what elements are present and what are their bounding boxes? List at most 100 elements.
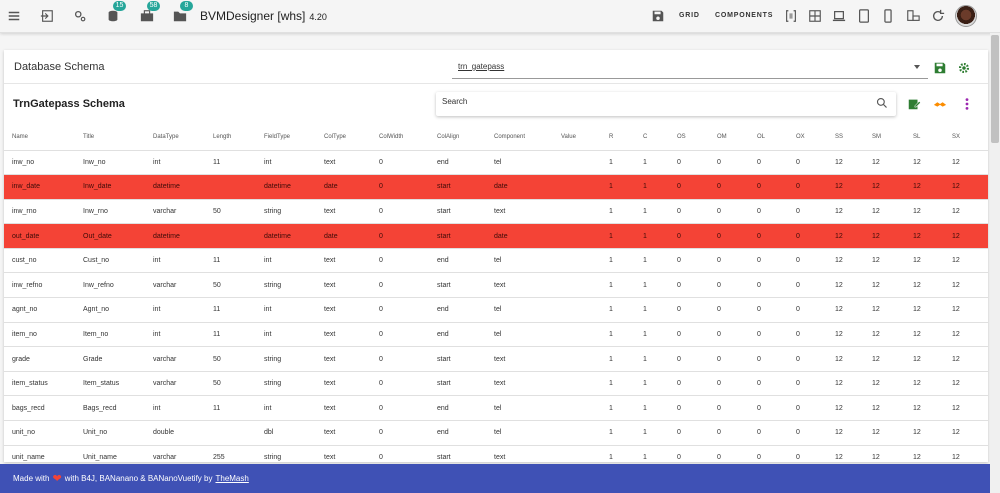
table-row[interactable]: agnt_no Agnt_no int 11 int text 0 end tel 1 1 0 0 0 0 1… <box>4 297 988 323</box>
table-cell <box>553 370 601 396</box>
column-header[interactable]: DataType <box>145 124 205 150</box>
table-cell: 50 <box>205 198 256 224</box>
table-cell: end <box>429 395 486 421</box>
table-cell: 0 <box>669 321 709 347</box>
table-row[interactable]: inw_rno Inw_rno varchar 50 string text 0 start t… <box>4 198 988 224</box>
table-cell: start <box>429 444 486 462</box>
table-row[interactable]: unit_no Unit_no double dbl text 0 end tel 1 1 0 0 0 0… <box>4 420 988 446</box>
scrollbar-thumb[interactable] <box>991 35 999 143</box>
save-icon[interactable] <box>933 61 947 75</box>
avatar[interactable] <box>955 5 977 27</box>
table-cell: 1 <box>635 223 669 249</box>
column-header[interactable]: Component <box>486 124 553 150</box>
schema-card: Database Schema trn_gatepass TrnGatepass… <box>4 50 988 462</box>
column-header[interactable]: SL <box>905 124 944 150</box>
column-header[interactable]: Name <box>4 124 75 150</box>
column-header[interactable]: ColType <box>316 124 371 150</box>
laptop-icon[interactable] <box>831 8 847 24</box>
table-row[interactable]: item_no Item_no int 11 int text 0 end tel 1 1 0 0 0 0 1… <box>4 321 988 347</box>
tablet-icon[interactable] <box>856 8 872 24</box>
rotate-device-icon[interactable] <box>905 8 921 24</box>
column-header[interactable]: FieldType <box>256 124 316 150</box>
table-cell: text <box>486 370 553 396</box>
table-cell: 0 <box>749 247 788 273</box>
table-cell: string <box>256 272 316 298</box>
scrollbar[interactable] <box>990 33 1000 493</box>
code-brackets-icon[interactable] <box>783 8 799 24</box>
table-cell: 12 <box>905 297 944 323</box>
database-schema-title: Database Schema <box>14 61 105 73</box>
database-select[interactable]: trn_gatepass <box>452 57 928 79</box>
column-header[interactable]: Length <box>205 124 256 150</box>
author-link[interactable]: TheMash <box>215 474 248 483</box>
table-cell: text <box>316 395 371 421</box>
table-row[interactable]: inw_date Inw_date datetime datetime date 0 sta… <box>4 174 988 200</box>
column-header[interactable]: R <box>601 124 635 150</box>
column-header[interactable]: OX <box>788 124 827 150</box>
table-cell: 11 <box>205 321 256 347</box>
table-cell: date <box>486 223 553 249</box>
table-cell: Bags_recd <box>75 395 145 421</box>
column-header[interactable]: SX <box>944 124 988 150</box>
database-icon[interactable]: 15 <box>105 1 126 24</box>
table-cell: 1 <box>601 247 635 273</box>
table-cell: date <box>316 223 371 249</box>
search-box[interactable] <box>436 92 896 116</box>
phone-icon[interactable] <box>880 8 896 24</box>
search-icon[interactable] <box>876 97 888 109</box>
table-cell: Unit_name <box>75 444 145 462</box>
table-row[interactable]: bags_recd Bags_recd int 11 int text 0 end tel 1 1 0… <box>4 395 988 421</box>
table-cell: 12 <box>864 272 905 298</box>
briefcase-icon[interactable]: 58 <box>139 1 160 24</box>
grid-layout-icon[interactable] <box>807 8 823 24</box>
handshake-icon[interactable] <box>933 97 947 111</box>
edit-note-icon[interactable] <box>907 97 921 111</box>
table-row[interactable]: inw_refno Inw_refno varchar 50 string text 0st… <box>4 272 988 298</box>
table-cell: 0 <box>749 346 788 372</box>
table-cell: 12 <box>864 198 905 224</box>
column-header[interactable]: SS <box>827 124 864 150</box>
table-cell: int <box>145 297 205 323</box>
table-row[interactable]: item_status Item_status varchar 50 string tex… <box>4 370 988 396</box>
table-cell: 1 <box>601 174 635 200</box>
save-icon[interactable] <box>650 8 666 24</box>
table-cell: item_no <box>4 321 75 347</box>
table-cell: 1 <box>635 247 669 273</box>
column-header[interactable]: C <box>635 124 669 150</box>
column-header[interactable]: OL <box>749 124 788 150</box>
exit-icon[interactable] <box>39 8 55 24</box>
table-row[interactable]: unit_name Unit_name varchar 255 string text 0 s… <box>4 444 988 462</box>
table-cell: 1 <box>635 395 669 421</box>
table-row[interactable]: cust_no Cust_no int 11 int text 0 end tel 1 1 0 0 0 0 1… <box>4 247 988 273</box>
column-header[interactable]: OS <box>669 124 709 150</box>
menu-icon[interactable] <box>6 8 22 24</box>
table-cell: string <box>256 198 316 224</box>
refresh-icon[interactable] <box>930 8 946 24</box>
column-header[interactable]: SM <box>864 124 905 150</box>
grid-button[interactable]: GRID <box>679 12 700 19</box>
footer: Made with ❤ with B4J, BANanano & BANanoV… <box>0 464 990 493</box>
column-header[interactable]: Value <box>553 124 601 150</box>
column-header[interactable]: ColAlign <box>429 124 486 150</box>
more-vert-icon[interactable] <box>960 97 974 111</box>
table-cell: 1 <box>601 272 635 298</box>
column-header[interactable]: Title <box>75 124 145 150</box>
folder-icon[interactable]: 8 <box>172 1 193 24</box>
table-cell: 0 <box>709 297 749 323</box>
table-row[interactable]: out_date Out_date datetime datetime date 0 sta… <box>4 223 988 249</box>
settings-icon[interactable] <box>72 8 88 24</box>
app-version: 4.20 <box>309 12 327 22</box>
table-row[interactable]: inw_no Inw_no int 11 int text 0 end tel 1 1 0 0 0 0 12 1… <box>4 149 988 175</box>
table-cell: double <box>145 420 205 446</box>
table-cell: 0 <box>669 444 709 462</box>
table-cell: end <box>429 420 486 446</box>
table-cell: varchar <box>145 346 205 372</box>
table-row[interactable]: grade Grade varchar 50 string text 0 start text 1… <box>4 346 988 372</box>
components-button[interactable]: COMPONENTS <box>715 12 773 19</box>
table-cell: 0 <box>749 420 788 446</box>
search-input[interactable] <box>442 97 862 106</box>
column-header[interactable]: OM <box>709 124 749 150</box>
cog-icon[interactable] <box>957 61 971 75</box>
table-cell: 0 <box>709 321 749 347</box>
column-header[interactable]: ColWidth <box>371 124 429 150</box>
